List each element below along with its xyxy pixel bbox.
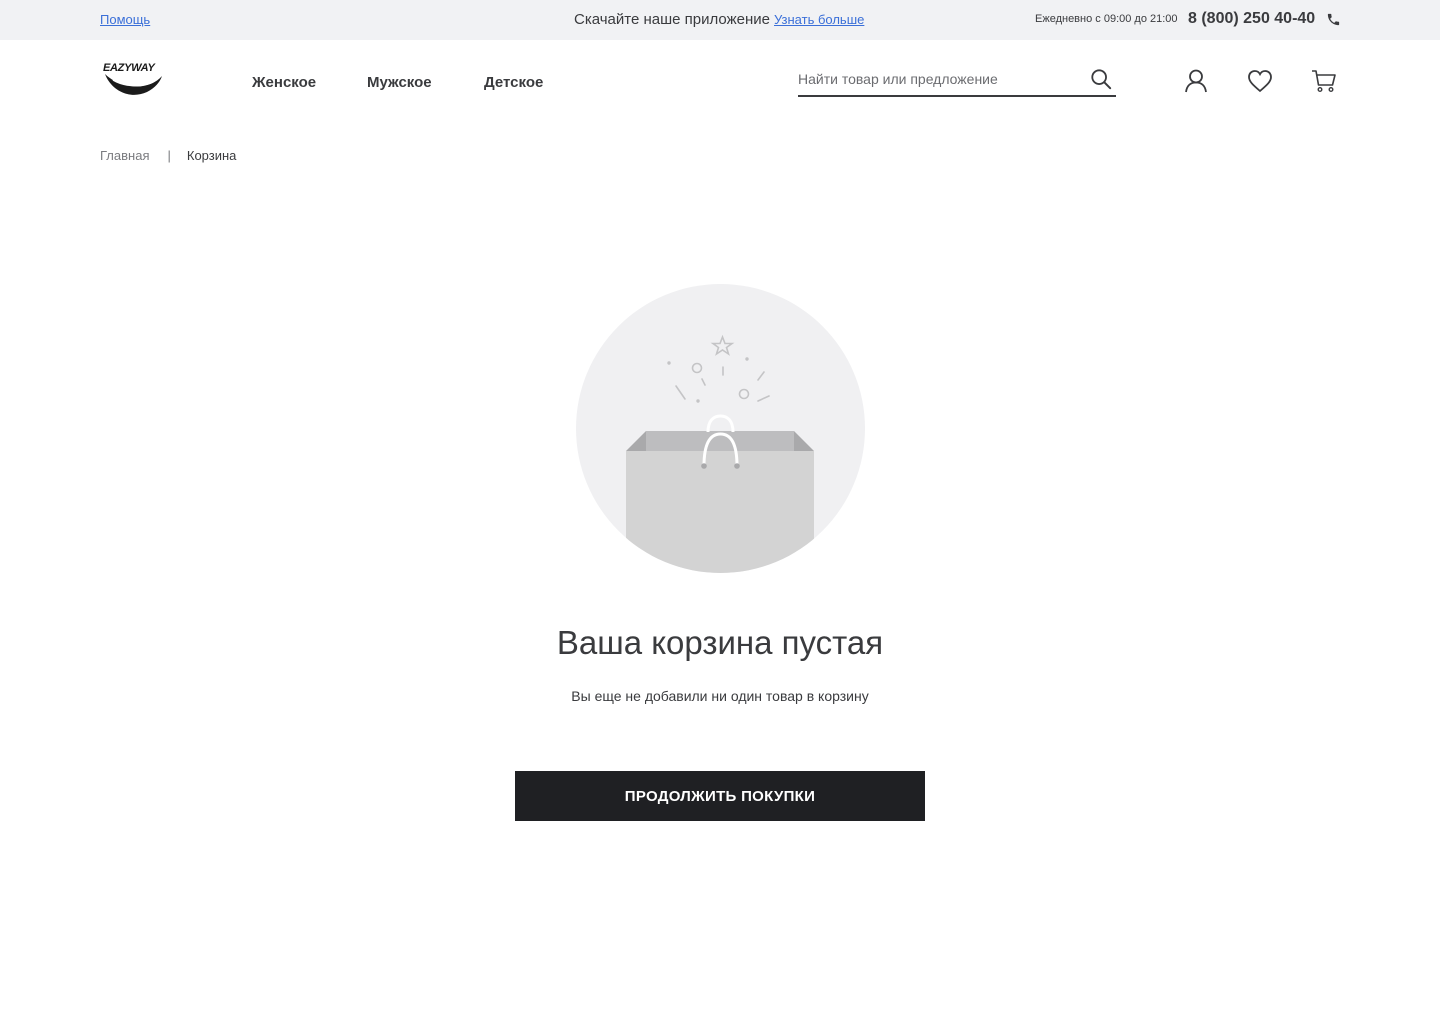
nav-kids[interactable]: Детское: [484, 74, 543, 91]
continue-shopping-button[interactable]: ПРОДОЛЖИТЬ ПОКУПКИ: [515, 771, 925, 821]
help-link[interactable]: Помощь: [100, 12, 150, 27]
search-input[interactable]: [798, 68, 1078, 90]
breadcrumb-home[interactable]: Главная: [100, 148, 149, 163]
breadcrumb: Главная | Корзина: [100, 148, 236, 163]
working-hours: Ежедневно с 09:00 до 21:00: [1035, 13, 1178, 25]
app-promo-text: Скачайте наше приложение: [574, 11, 770, 28]
breadcrumb-current: Корзина: [186, 148, 237, 163]
empty-cart-title: Ваша корзина пустая: [556, 624, 884, 661]
logo-mark-icon: [105, 74, 162, 95]
nav-women[interactable]: Женское: [252, 74, 316, 91]
breadcrumb-separator: |: [167, 148, 171, 163]
phone-number[interactable]: 8 (800) 250 40-40: [1188, 10, 1315, 28]
search-bar: [798, 64, 1116, 97]
empty-bag-illustration: [576, 284, 865, 573]
search-icon[interactable]: [1090, 68, 1112, 90]
empty-cart-subtitle: Вы еще не добавили ни один товар в корзи…: [571, 688, 869, 704]
top-bar: Помощь Скачайте наше приложение Узнать б…: [0, 0, 1440, 40]
phone-icon[interactable]: [1326, 12, 1341, 27]
nav-men[interactable]: Мужское: [367, 74, 432, 91]
heart-icon[interactable]: [1247, 68, 1273, 94]
user-icon[interactable]: [1183, 68, 1209, 94]
cart-icon[interactable]: [1311, 68, 1337, 94]
learn-more-link[interactable]: Узнать больше: [774, 12, 864, 27]
logo[interactable]: EAZYWAY: [103, 62, 165, 98]
